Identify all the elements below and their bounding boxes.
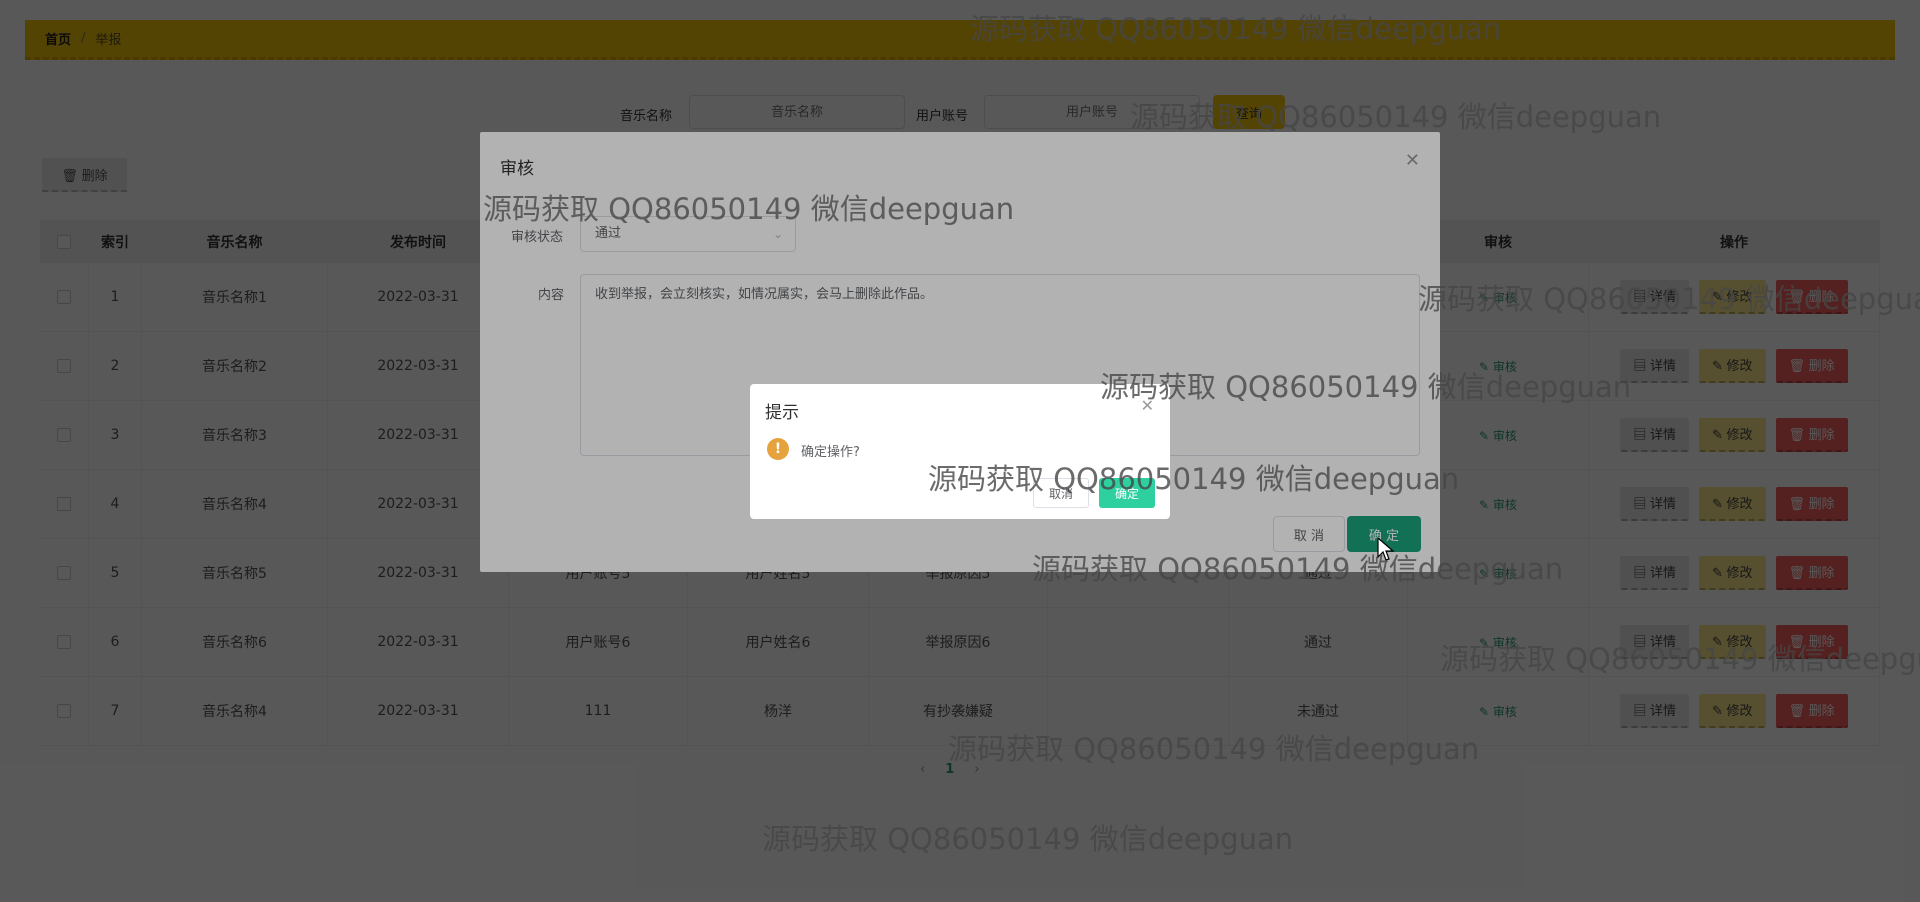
mouse-cursor-icon	[1377, 537, 1395, 561]
confirm-messagebox: 提示 ✕ ! 确定操作? 取消 确定	[750, 384, 1170, 519]
close-icon[interactable]: ✕	[1141, 396, 1154, 415]
messagebox-title: 提示	[765, 403, 799, 423]
messagebox-confirm-button[interactable]: 确定	[1099, 478, 1155, 508]
messagebox-cancel-button[interactable]: 取消	[1033, 478, 1089, 508]
messagebox-message: 确定操作?	[801, 445, 860, 460]
warning-icon: !	[767, 438, 789, 460]
